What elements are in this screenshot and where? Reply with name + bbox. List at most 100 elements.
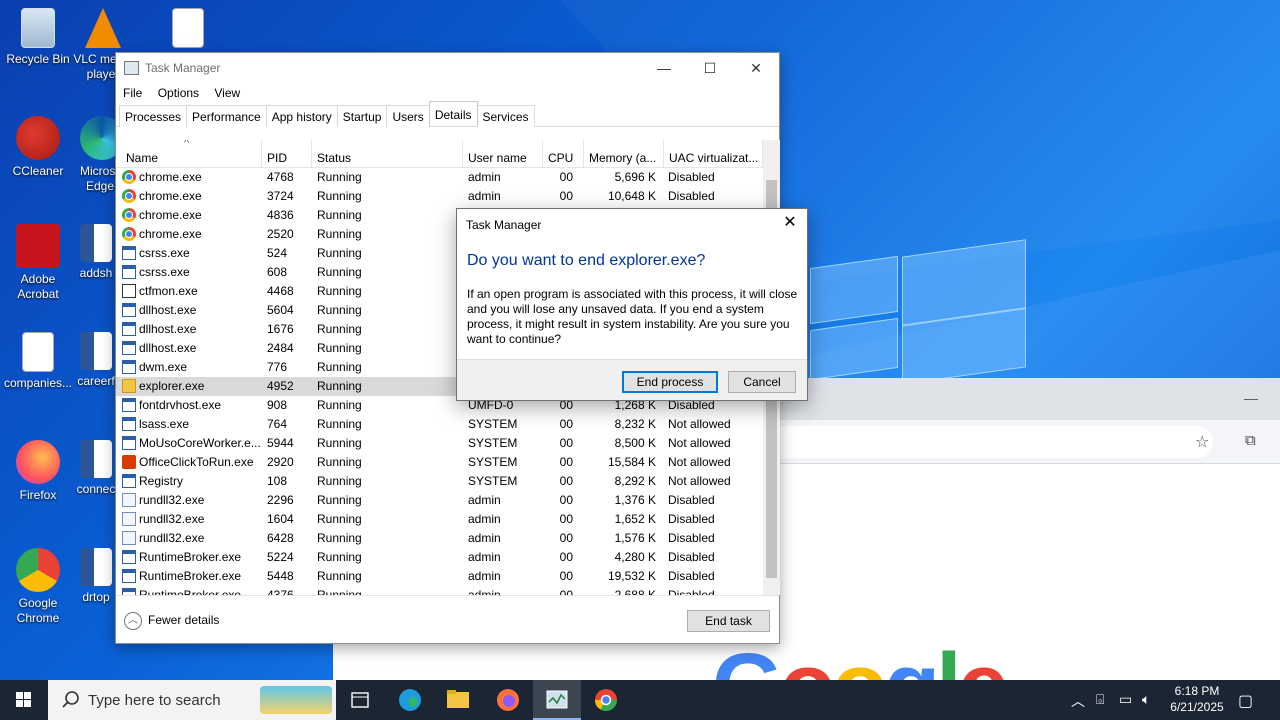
taskbar-file-explorer-button[interactable] [434,680,482,720]
table-row[interactable]: OfficeClickToRun.exe 2920 Running SYSTEM 00 1… [116,453,763,472]
minimize-button[interactable]: — [641,53,687,83]
drtop-shortcut[interactable]: drtop [76,548,116,618]
cell-cpu: 00 [559,550,573,564]
start-button[interactable] [0,680,48,720]
table-row[interactable]: rundll32.exe 1604 Running admin 00 1,652 K Dis… [116,510,763,529]
cell-name: dllhost.exe [139,303,197,317]
desktop-icon-label: CCleaner [12,164,64,178]
table-row[interactable]: rundll32.exe 2296 Running admin 00 1,376 K Dis… [116,491,763,510]
minimize-icon[interactable]: — [1244,390,1258,406]
volume-icon[interactable]: 🔈︎ [1142,691,1150,708]
cell-status: Running [317,360,362,374]
table-row[interactable]: Registry 108 Running SYSTEM 00 8,292 K Not all… [116,472,763,491]
meet-now-icon[interactable]: ⌺ [1096,691,1104,708]
cell-name: chrome.exe [139,189,202,203]
careerf-shortcut[interactable]: careerf [76,332,116,402]
task-manager-icon [546,690,568,709]
addsh-shortcut[interactable]: addsh [76,224,116,294]
extensions-icon[interactable]: ⧉ [1245,432,1256,449]
tab-performance[interactable]: Performance [186,105,267,127]
maximize-button[interactable]: ☐ [687,53,733,83]
cell-mem: 1,376 K [614,493,656,507]
cell-name: RuntimeBroker.exe [139,550,242,564]
menu-options[interactable]: Options [158,83,199,103]
notifications-icon[interactable]: ▢ [1238,691,1253,711]
table-row[interactable]: RuntimeBroker.exe 5448 Running admin 00 19,53… [116,567,763,586]
tab-processes[interactable]: Processes [119,105,188,127]
google-chrome-shortcut[interactable]: Google Chrome [0,548,76,626]
cell-uac: Disabled [668,531,715,545]
clock-date: 6/21/2025 [1170,700,1224,714]
table-row[interactable]: rundll32.exe 6428 Running admin 00 1,576 K Dis… [116,529,763,548]
cell-uac: Not allowed [668,474,731,488]
cell-pid: 1604 [267,512,294,526]
tab-users[interactable]: Users [386,105,430,127]
title-bar[interactable]: Task Manager — ☐ ✕ [116,53,779,83]
cell-user: admin [468,170,501,184]
chevron-up-icon: ︿ [124,611,142,630]
column-header-status[interactable]: Status [312,140,463,168]
show-hidden-icons-chevron[interactable]: ︿ [1071,691,1085,711]
table-row[interactable]: MoUsoCoreWorker.e... 5944 Running SYSTEM 00 8… [116,434,763,453]
tab-app-history[interactable]: App history [265,105,338,127]
image-file-shortcut[interactable] [160,8,216,52]
cell-status: Running [317,246,362,260]
table-row[interactable]: RuntimeBroker.exe 4376 Running admin 00 2,688… [116,586,763,595]
tab-details[interactable]: Details [428,101,478,126]
bookmark-star-icon[interactable]: ☆ [1195,432,1209,452]
cell-status: Running [317,341,362,355]
connec-shortcut[interactable]: connec [76,440,116,510]
recycle-bin-shortcut[interactable]: Recycle Bin [0,8,76,67]
column-header-cpu[interactable]: CPU [543,140,584,168]
image-file-icon [22,332,54,372]
end-process-dialog[interactable]: Task Manager ✕ Do you want to end explor… [456,208,808,401]
image-file-icon [172,8,204,48]
cell-pid: 764 [267,417,288,431]
cell-cpu: 00 [559,455,573,469]
end-task-button[interactable]: End task [687,610,770,632]
tab-startup[interactable]: Startup [336,105,388,127]
cell-pid: 608 [267,265,288,279]
column-header-uac[interactable]: UAC virtualizat... [664,140,763,168]
tab-services[interactable]: Services [476,105,535,127]
column-header-memory[interactable]: Memory (a... [584,140,664,168]
task-view-button[interactable] [336,680,384,720]
cell-name: chrome.exe [139,208,202,222]
ccleaner-shortcut[interactable]: CCleaner [0,116,76,179]
table-row[interactable]: RuntimeBroker.exe 5224 Running admin 00 4,280… [116,548,763,567]
cell-uac: Disabled [668,588,715,595]
taskbar-edge-button[interactable] [386,680,434,720]
table-row[interactable]: chrome.exe 3724 Running admin 00 10,648 K Disa… [116,187,763,206]
column-header-name[interactable]: Name [121,140,262,168]
column-header-user-name[interactable]: User name [463,140,543,168]
fewer-details-link[interactable]: ︿ Fewer details [124,611,219,630]
taskbar-firefox-button[interactable] [484,680,532,720]
process-doc-icon [122,512,136,526]
end-process-button[interactable]: End process [622,371,718,393]
firefox-shortcut[interactable]: Firefox [0,440,76,503]
menu-file[interactable]: File [123,83,142,103]
cancel-button[interactable]: Cancel [728,371,796,393]
edge-shortcut[interactable]: Microsoft Edge [80,116,120,198]
cell-name: rundll32.exe [139,531,205,545]
taskbar-chrome-button[interactable] [582,680,630,720]
cell-name: ctfmon.exe [139,284,198,298]
taskbar-search-box[interactable]: Type here to search [48,680,336,720]
column-header-pid[interactable]: PID [262,140,312,168]
dialog-close-button[interactable]: ✕ [777,211,803,235]
table-row[interactable]: lsass.exe 764 Running SYSTEM 00 8,232 K Not al… [116,415,763,434]
system-clock[interactable]: 6:18 PM 6/21/2025 [1164,683,1230,715]
cell-uac: Disabled [668,493,715,507]
close-button[interactable]: ✕ [733,53,779,83]
companies-file-shortcut[interactable]: companies... [0,332,76,391]
tab-strip: Processes Performance App history Startu… [116,101,779,127]
adobe-acrobat-shortcut[interactable]: Adobe Acrobat [0,224,76,302]
taskbar-task-manager-button[interactable] [533,680,581,720]
table-row[interactable]: chrome.exe 4768 Running admin 00 5,696 K Disab… [116,168,763,187]
cell-mem: 1,576 K [614,531,656,545]
cell-cpu: 00 [559,531,573,545]
cell-uac: Disabled [668,550,715,564]
menu-view[interactable]: View [214,83,240,103]
cell-status: Running [317,588,362,595]
network-icon[interactable]: ▭ [1119,691,1132,708]
